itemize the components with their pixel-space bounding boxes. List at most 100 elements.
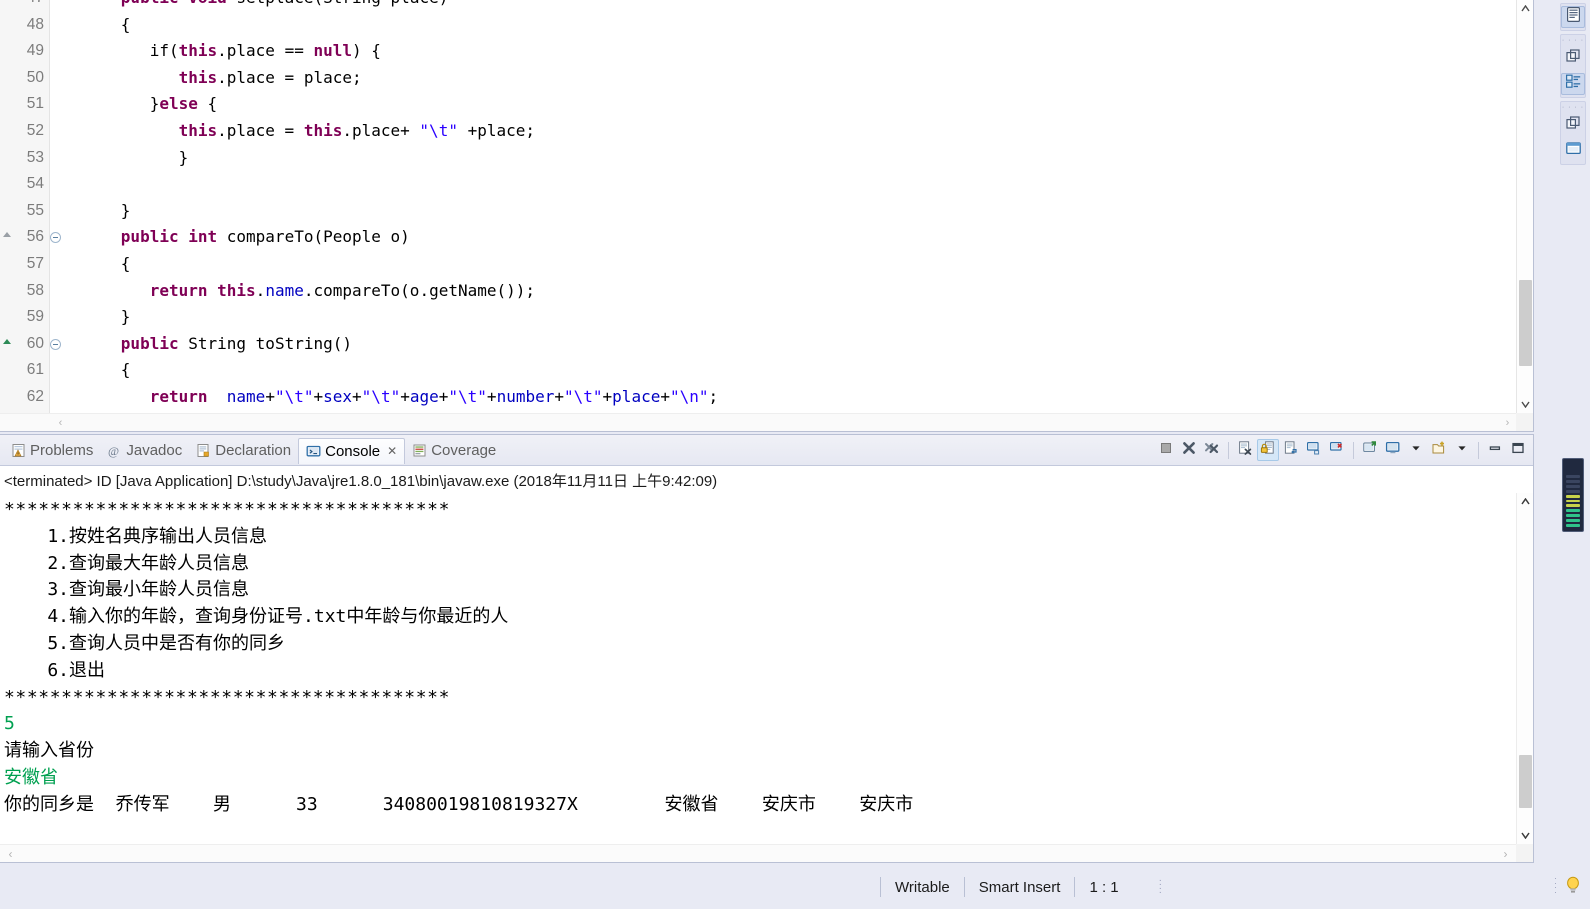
editor-text-area[interactable]: 47 public void setplace(String place)48 … [0,0,1516,413]
status-bar: Writable Smart Insert 1 : 1 · · · · · · · · [0,865,1590,909]
code-line[interactable]: 51 }else { [0,91,1516,118]
line-number: 54 [26,175,44,193]
tab-declaration[interactable]: Declaration [189,438,298,464]
code-line[interactable]: 62 return name+"\t"+sex+"\t"+age+"\t"+nu… [0,384,1516,411]
scroll-lock-button[interactable] [1257,439,1279,461]
code-line[interactable]: 49 if(this.place == null) { [0,38,1516,65]
console-scroll-down-arrow-icon[interactable] [1517,827,1534,844]
tab-problems[interactable]: Problems [4,438,100,464]
code-line[interactable]: 48 { [0,12,1516,39]
code-line[interactable]: 59 } [0,304,1516,331]
code-line[interactable]: 53 } [0,145,1516,172]
heap-status-gauge[interactable] [1562,458,1584,532]
code-line[interactable]: 61 { [0,357,1516,384]
close-icon[interactable]: ✕ [387,444,397,458]
console-output-line: 1.按姓名典序输出人员信息 [4,525,268,547]
code-line[interactable]: 47 public void setplace(String place) [0,0,1516,12]
java-editor[interactable]: 47 public void setplace(String place)48 … [0,0,1534,432]
coverage-icon [412,443,427,458]
clear-console-button[interactable] [1234,439,1256,461]
toolbar-separator [1228,441,1229,459]
console-scroll-up-arrow-icon[interactable] [1517,493,1534,510]
java-perspective-button[interactable] [1561,48,1585,70]
source-code[interactable]: 47 public void setplace(String place)48 … [0,0,1516,413]
console-scroll-left-arrow-icon[interactable]: ‹ [2,846,19,862]
code-text: public int compareTo(People o) [120,227,410,247]
console-output-line: 请输入省份 [4,740,94,762]
tab-coverage[interactable]: Coverage [405,438,503,464]
lightbulb-icon[interactable] [1564,875,1582,895]
console-output-line: 安徽省 [4,766,58,788]
line-number: 50 [26,68,44,86]
code-line[interactable]: 58 return this.name.compareTo(o.getName(… [0,278,1516,305]
open-console-button[interactable] [1428,439,1450,461]
fold-collapse-icon[interactable] [50,338,61,350]
editor-vertical-scrollbar[interactable] [1516,0,1533,413]
code-line[interactable]: 50 this.place = place; [0,65,1516,92]
display-selected-console-button[interactable] [1382,439,1404,461]
code-text: return name+"\t"+sex+"\t"+age+"\t"+numbe… [149,386,719,406]
console-view-panel[interactable]: Problems @ Javadoc Declaration Console ✕ Cover… [0,434,1534,863]
code-line[interactable]: 60 public String toString() [0,331,1516,358]
console-output-line: *************************************** [4,499,451,520]
line-number: 52 [26,121,44,139]
console-vertical-scrollbar[interactable] [1516,493,1533,844]
heap-gauge-segment [1566,499,1580,503]
console-scroll-thumb[interactable] [1519,755,1532,808]
code-line[interactable]: 54 [0,171,1516,198]
pin-console-button[interactable] [1359,439,1381,461]
drag-handle-dots-icon[interactable]: · · · · [1562,37,1584,45]
console-output-line: 你的同乡是 乔传军 男 33 34080019810819327X 安徽省 安庆… [4,793,914,815]
show-console-on-output-button[interactable] [1303,439,1325,461]
scroll-left-arrow-icon[interactable]: ‹ [52,414,69,431]
display-console-dropdown[interactable] [1405,439,1427,461]
console-scroll-right-arrow-icon[interactable]: › [1497,846,1514,862]
editor-scroll-thumb[interactable] [1519,280,1532,366]
scroll-right-arrow-icon[interactable]: › [1499,414,1516,431]
remove-launch-button[interactable] [1178,439,1200,461]
console-toolbar[interactable] [1155,439,1529,461]
code-text: } [120,200,131,220]
maximize-button[interactable] [1507,439,1529,461]
fast-view-group: · · · · [1560,34,1586,98]
launch-configuration-header: <terminated> ID [Java Application] D:\st… [0,466,1533,493]
tab-console[interactable]: Console ✕ [298,437,406,464]
console-output-line: 5.查询人员中是否有你的同乡 [4,632,286,654]
heap-gauge-segment [1566,519,1580,523]
tab-javadoc[interactable]: @ Javadoc [100,438,189,464]
console-output[interactable]: *************************************** … [0,493,1516,844]
code-line[interactable]: 56 public int compareTo(People o) [0,224,1516,251]
terminate-button[interactable] [1155,439,1177,461]
scroll-up-arrow-icon[interactable] [1517,0,1534,17]
show-console-on-error-button[interactable] [1326,439,1348,461]
minimize-button[interactable] [1484,439,1506,461]
open-console-dropdown[interactable] [1451,439,1473,461]
restore-perspective-button[interactable] [1561,6,1585,28]
console-fastview-button[interactable] [1561,140,1585,162]
drag-handle-dots-icon[interactable]: · · · · [1562,104,1584,112]
heap-gauge-segment [1566,489,1580,493]
debug-perspective-button[interactable] [1561,115,1585,137]
view-tabs[interactable]: Problems @ Javadoc Declaration Console ✕ Cover… [4,437,503,464]
tab-label: Javadoc [126,442,183,459]
editor-scroll-corner [1516,413,1533,431]
tab-label: Problems [30,442,94,459]
remove-all-terminated-button[interactable] [1201,439,1223,461]
code-line[interactable]: 57 { [0,251,1516,278]
code-line[interactable]: 55 } [0,198,1516,225]
override-marker-icon [3,338,11,344]
display-console-icon [1385,440,1401,461]
declaration-icon [196,443,211,458]
code-line[interactable]: 52 this.place = this.place+ "\t" +place; [0,118,1516,145]
fast-view-bar[interactable]: · · · · · · · · [1556,0,1590,445]
status-cells: Writable Smart Insert 1 : 1 · · · · [880,873,1162,901]
editor-horizontal-scrollbar[interactable]: ‹ › [0,413,1516,431]
console-horizontal-scrollbar[interactable]: ‹ › [0,844,1516,862]
tab-label: Console [325,442,381,460]
outline-view-button[interactable] [1561,73,1585,95]
line-number: 47 [0,0,47,12]
scroll-down-arrow-icon[interactable] [1517,396,1534,413]
code-text: } [120,307,131,327]
word-wrap-button[interactable] [1280,439,1302,461]
code-text: public String toString() [120,333,352,353]
